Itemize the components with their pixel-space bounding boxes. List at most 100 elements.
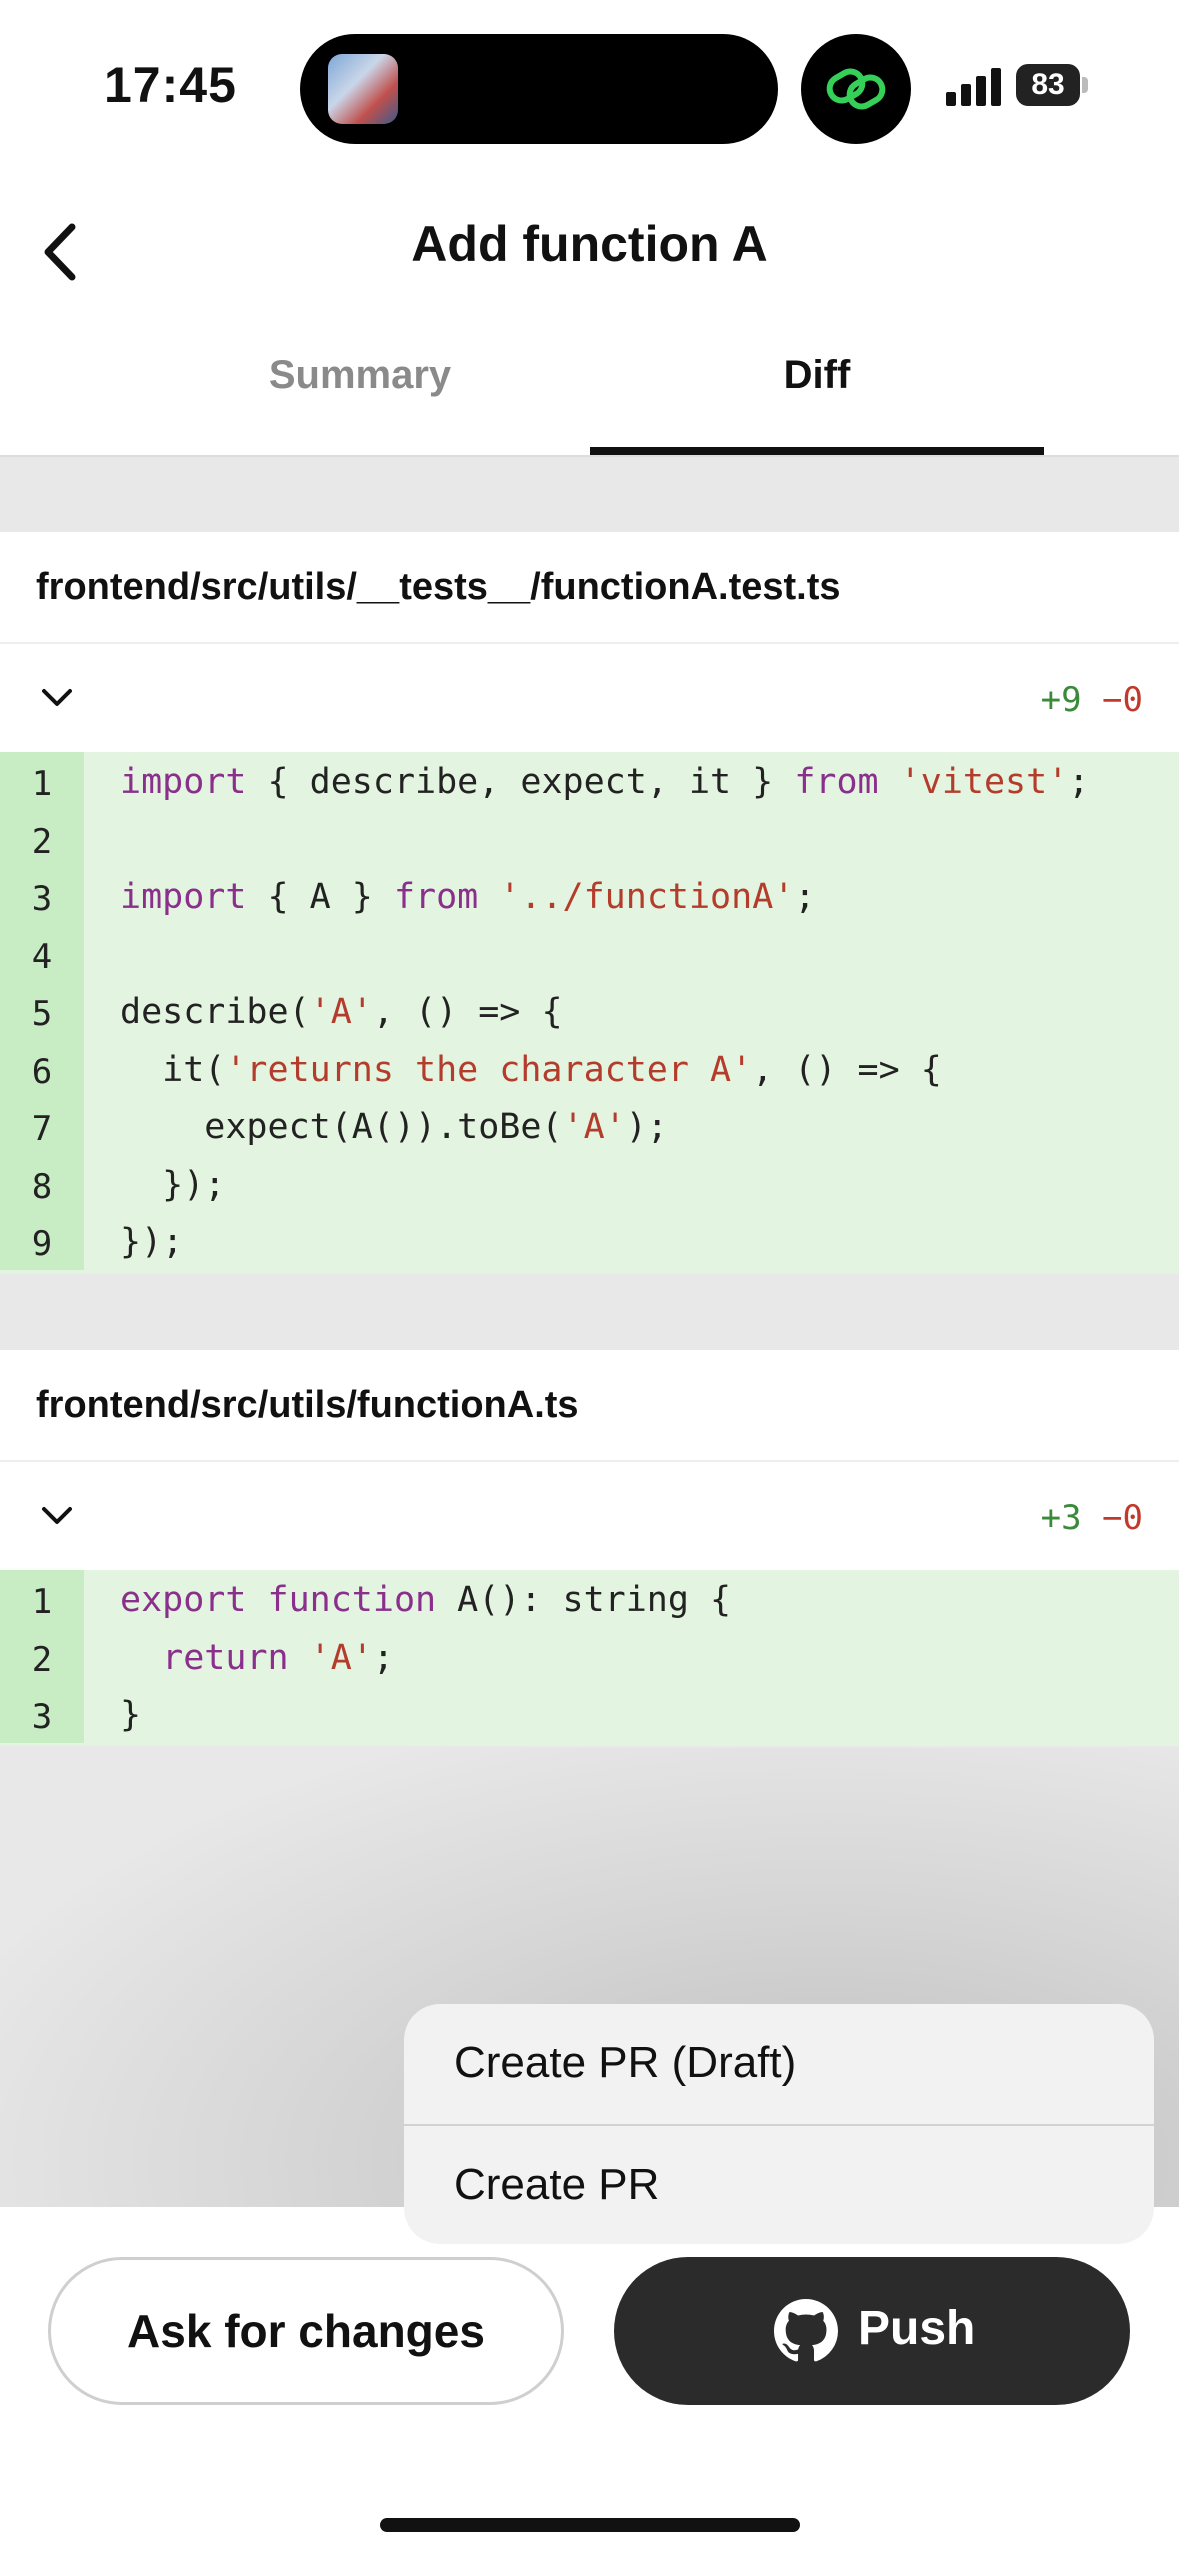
line-number: 3 [31,879,53,919]
line-number: 6 [31,1051,53,1092]
file-diff-toolbar: +3 −0 [0,1460,1179,1574]
push-button[interactable]: Push [614,2257,1130,2405]
ask-for-changes-button[interactable]: Ask for changes [48,2257,564,2405]
line-number: 8 [31,1166,53,1207]
line-number: 1 [31,1582,53,1622]
code-token: , () => { [752,1049,942,1090]
line-code: import { A } from '../functionA'; [120,877,815,917]
github-icon [774,2299,838,2362]
line-code: } [120,1695,141,1735]
line-code: return 'A'; [120,1638,394,1678]
battery-level: 83 [1016,64,1080,106]
code-line: 1 export function A(): string { [0,1570,1179,1628]
diff-stats: +9 −0 [1041,680,1143,720]
home-indicator[interactable] [380,2518,800,2532]
diff-stats: +3 −0 [1041,1498,1143,1538]
line-code: }); [120,1165,225,1205]
code-token: ; [794,877,816,917]
line-code: expect(A()).toBe('A'); [120,1107,668,1147]
code-token: { A } [246,877,394,917]
status-time: 17:45 [104,57,237,113]
create-pr-menu: Create PR (Draft) Create PR [404,2004,1154,2244]
code-line: 5 describe('A', () => { [0,982,1179,1040]
code-token: 'A' [309,1637,373,1678]
code-diff: 1 import { describe, expect, it } from 'v… [0,752,1179,1274]
code-token: { describe, expect, it } [246,762,795,802]
battery-icon: 83 [1016,64,1088,106]
code-token: import [120,877,247,917]
code-token: '../functionA' [499,877,795,917]
file-path: frontend/src/utils/functionA.ts [36,1384,579,1426]
code-line: 8 }); [0,1154,1179,1212]
deletions-count: −0 [1102,680,1143,720]
code-token: , () => { [372,992,563,1032]
code-line: 2 return 'A'; [0,1627,1179,1685]
line-code: describe('A', () => { [120,992,563,1032]
tab-diff[interactable]: Diff [590,353,1044,398]
code-token: 'A' [562,1107,626,1147]
code-token: function [267,1580,437,1620]
code-line: 3 import { A } from '../functionA'; [0,867,1179,925]
code-token: A(): string { [436,1580,732,1620]
line-code: export function A(): string { [120,1580,731,1620]
code-token: from [393,877,479,917]
code-line: 2 [0,809,1179,867]
push-button-label: Push [858,2302,976,2355]
page-title: Add function A [411,216,768,272]
line-number: 3 [31,1697,53,1737]
file-header: frontend/src/utils/functionA.ts [0,1350,1179,1460]
code-token: it( [120,1049,226,1090]
line-number: 1 [31,764,53,804]
menu-item-label: Create PR [454,2160,660,2209]
menu-item-label: Create PR (Draft) [454,2038,797,2087]
linked-rings-icon[interactable] [801,34,911,144]
dynamic-island[interactable] [300,34,778,144]
code-token: from [794,762,879,802]
line-code: }); [120,1222,183,1262]
line-number: 9 [31,1224,53,1264]
status-bar: 17:45 83 [0,0,1179,175]
code-token: ; [1068,762,1090,802]
file-header: frontend/src/utils/__tests__/functionA.t… [0,532,1179,642]
live-activity-app-icon[interactable] [328,54,398,124]
code-line: 6 it('returns the character A', () => { [0,1039,1179,1097]
line-number: 4 [31,936,53,977]
code-line: 3} [0,1685,1179,1743]
code-line: 7 expect(A()).toBe('A'); [0,1097,1179,1155]
code-token: expect(A()).toBe( [120,1107,563,1147]
line-number: 7 [31,1109,53,1149]
code-token: return [162,1637,289,1678]
nav-header: Add function A Summary Diff [0,175,1179,457]
line-code: it('returns the character A', () => { [120,1050,942,1090]
file-diff-toolbar: +9 −0 [0,642,1179,756]
additions-count: +3 [1040,1498,1082,1538]
deletions-count: −0 [1102,1498,1143,1538]
file-path: frontend/src/utils/__tests__/functionA.t… [36,566,841,608]
chevron-down-icon[interactable] [40,686,74,710]
code-token: ; [372,1637,394,1678]
code-line: 9}); [0,1212,1179,1270]
menu-item-create-pr[interactable]: Create PR [404,2126,1154,2244]
code-token: }); [120,1222,184,1262]
code-line: 4 [0,924,1179,982]
additions-count: +9 [1040,680,1082,720]
line-number: 5 [31,994,53,1034]
code-token: export [120,1580,247,1620]
code-token: } [120,1695,142,1735]
code-token: }); [120,1164,226,1205]
code-token: import [120,762,247,802]
active-tab-indicator [590,447,1044,455]
code-diff: 1 export function A(): string { 2 return '… [0,1570,1179,1746]
line-number: 2 [31,821,53,862]
line-number: 2 [31,1639,53,1680]
menu-item-create-pr-draft[interactable]: Create PR (Draft) [404,2004,1154,2124]
tab-summary[interactable]: Summary [240,353,480,398]
code-token: ); [625,1107,668,1147]
chevron-down-icon[interactable] [40,1504,74,1528]
code-token: 'vitest' [899,762,1069,802]
code-token: 'A' [309,992,373,1032]
code-line: 1 import { describe, expect, it } from 'v… [0,752,1179,810]
